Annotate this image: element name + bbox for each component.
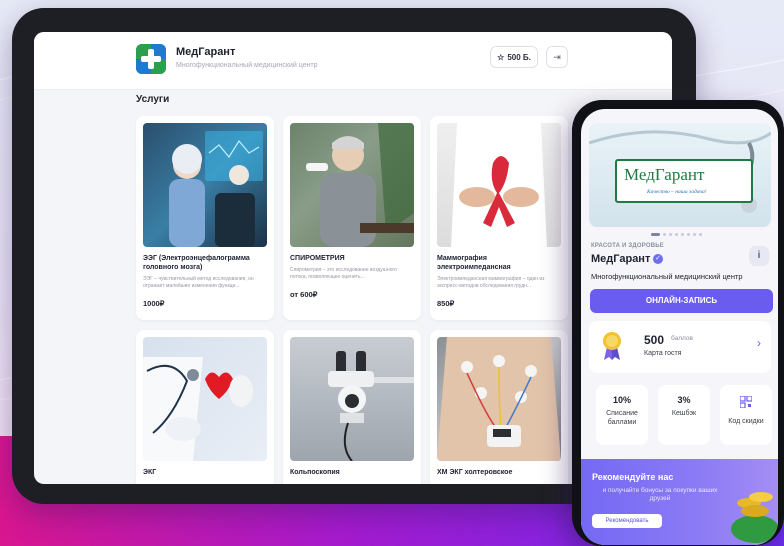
info-icon: i [757, 250, 761, 261]
logout-icon: ⇥ [553, 51, 561, 62]
service-card[interactable]: ХМ ЭКГ холтеровское [430, 330, 568, 484]
eeg-photo [143, 123, 267, 247]
tile-cashback[interactable]: 3% Кешбэк [658, 385, 710, 445]
service-price: 1000₽ [143, 299, 165, 308]
service-title: Маммография электроимпедансная [437, 255, 511, 271]
loyalty-card-name: Карта гостя [644, 350, 682, 357]
banner-carousel[interactable]: МедГарант Качество – наша задача! [589, 123, 771, 227]
service-card[interactable]: Кольпоскопия [283, 330, 421, 484]
service-card[interactable]: Маммография электроимпедансная Электроим… [430, 116, 568, 320]
points-unit: баллов [671, 335, 693, 342]
category-label: КРАСОТА И ЗДОРОВЬЕ [591, 243, 664, 249]
phone-device: МедГарант Качество – наша задача! КРАСОТ… [572, 100, 784, 546]
referral-banner: Рекомендуйте нас и получайте бонусы за п… [581, 459, 778, 545]
spirometry-photo [290, 123, 414, 247]
carousel-dot[interactable] [675, 233, 678, 236]
service-description: Электроимпедансная маммография – один из… [437, 276, 545, 289]
chevron-right-icon: › [757, 336, 761, 350]
carousel-dot[interactable] [693, 233, 696, 236]
carousel-dot[interactable] [651, 233, 660, 236]
service-card[interactable]: ЭКГ [136, 330, 274, 484]
referral-title: Рекомендуйте нас [592, 472, 674, 482]
service-title: ЭЭГ (Электроэнцефалограмма головного моз… [143, 255, 250, 271]
banner-sign-tagline: Качество – наша задача! [647, 189, 707, 195]
carousel-indicator[interactable] [651, 233, 702, 236]
points-value: 500 [644, 333, 665, 347]
coins-icon [731, 492, 778, 543]
service-title: Кольпоскопия [290, 469, 340, 476]
service-title: ХМ ЭКГ холтеровское [437, 469, 513, 476]
service-title: ЭКГ [143, 469, 157, 476]
points-label: 500 Б. [507, 52, 531, 62]
tile-label: Кешбэк [671, 410, 697, 417]
carousel-dot[interactable] [687, 233, 690, 236]
medgarant-logo[interactable] [136, 44, 166, 74]
service-title: СПИРОМЕТРИЯ [290, 255, 345, 262]
ekg-photo [143, 337, 267, 461]
logout-button[interactable]: ⇥ [546, 46, 568, 68]
carousel-dot[interactable] [699, 233, 702, 236]
tile-points-spend[interactable]: 10% Списание баллами [596, 385, 648, 445]
service-card[interactable]: СПИРОМЕТРИЯ Спирометрия – это исследован… [283, 116, 421, 320]
referral-subtitle: и получайте бонусы за покупки ваших друз… [602, 487, 718, 502]
tablet-brand: МедГарант Многофункциональный медицински… [176, 46, 318, 69]
bonus-tiles: 10% Списание баллами 3% Кешбэк Код скидк… [596, 385, 772, 445]
banner-sign-name: МедГарант [624, 165, 705, 184]
star-icon: ☆ [497, 52, 505, 62]
carousel-dot[interactable] [681, 233, 684, 236]
company-description: Многофункциональный медицинский центр [591, 272, 743, 281]
qr-code-icon [739, 395, 753, 409]
company-name: МедГарант [591, 253, 651, 265]
carousel-dot[interactable] [669, 233, 672, 236]
banner-sign: МедГарант Качество – наша задача! [615, 159, 753, 203]
brand-name: МедГарант [176, 46, 236, 58]
medal-icon [603, 332, 621, 360]
holter-photo [437, 337, 561, 461]
brand-subtitle: Многофункциональный медицинский центр [176, 62, 318, 69]
colposcopy-photo [290, 337, 414, 461]
recommend-button[interactable]: Рекомендовать [592, 514, 662, 528]
tile-label: Списание баллами [606, 410, 638, 426]
service-card[interactable]: ЭЭГ (Электроэнцефалограмма головного моз… [136, 116, 274, 320]
tile-label: Код скидки [728, 418, 764, 425]
tile-discount-code[interactable]: Код скидки [720, 385, 772, 445]
service-description: ЭЭГ – чувствительный метод исследования,… [143, 276, 254, 289]
tablet-header: МедГарант Многофункциональный медицински… [34, 32, 672, 90]
mammography-photo [437, 123, 561, 247]
services-heading: Услуги [136, 94, 170, 105]
points-button[interactable]: ☆ 500 Б. [490, 46, 538, 68]
services-grid: ЭЭГ (Электроэнцефалограмма головного моз… [136, 116, 568, 484]
carousel-dot[interactable] [663, 233, 666, 236]
service-price: 850₽ [437, 299, 455, 308]
tile-value: 3% [677, 395, 691, 405]
info-button[interactable]: i [749, 246, 769, 266]
service-price: от 600₽ [290, 290, 318, 299]
tile-value: 10% [612, 395, 631, 405]
verified-icon: ✓ [653, 254, 663, 264]
online-booking-button[interactable]: ОНЛАЙН-ЗАПИСЬ [590, 289, 773, 313]
loyalty-card[interactable]: 500 баллов Карта гостя › [589, 321, 771, 373]
service-description: Спирометрия – это исследование воздушног… [290, 267, 397, 280]
phone-screen: МедГарант Качество – наша задача! КРАСОТ… [581, 109, 778, 545]
